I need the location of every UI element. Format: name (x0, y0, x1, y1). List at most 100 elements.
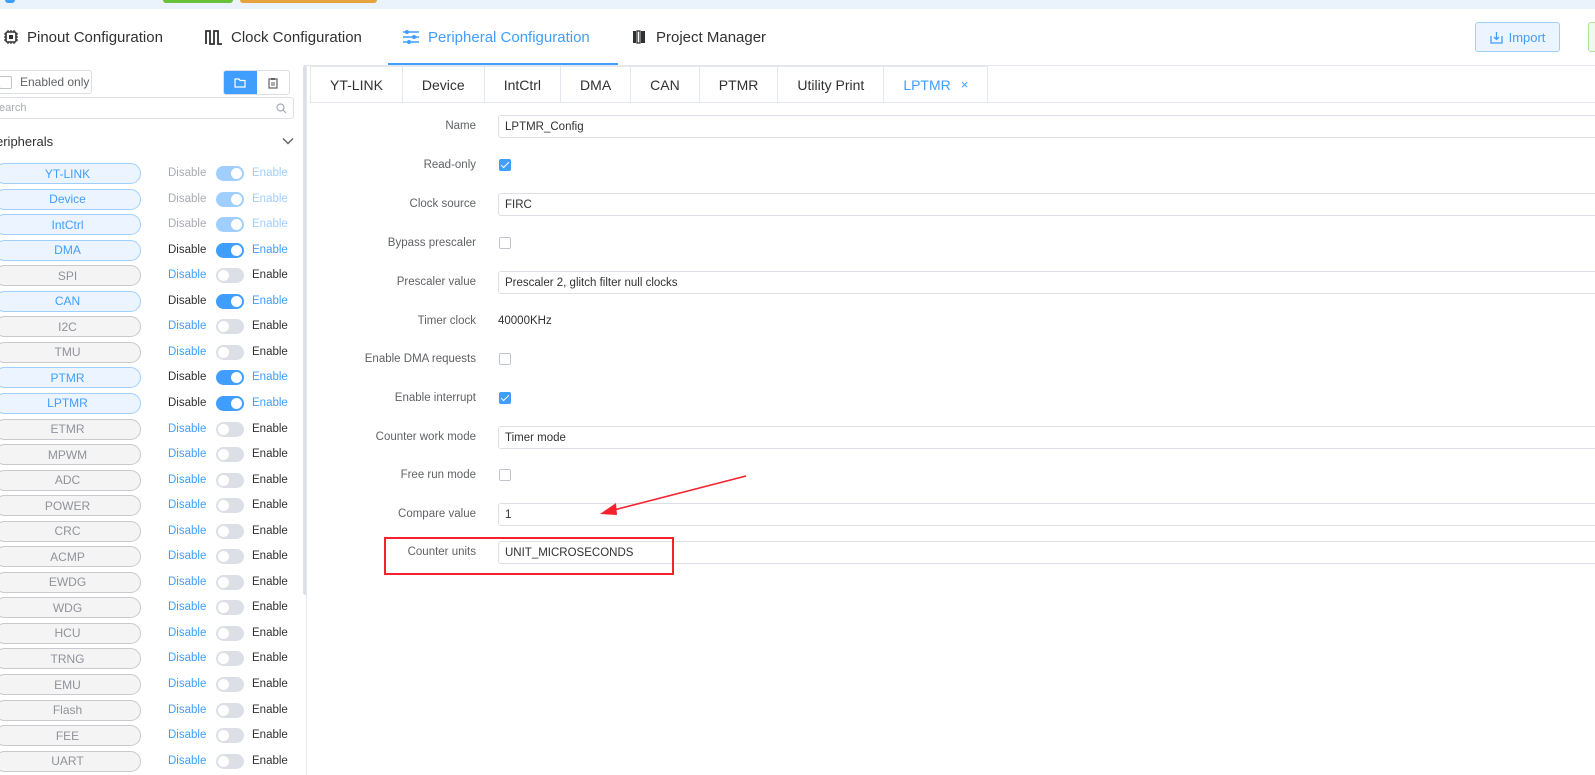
peripheral-enable-switch[interactable] (216, 549, 244, 565)
peripheral-enable-switch[interactable] (216, 344, 244, 360)
peripheral-enable-switch[interactable] (216, 242, 244, 258)
peripheral-name-pill[interactable]: LPTMR (0, 392, 141, 414)
peripheral-enable-switch[interactable] (216, 472, 244, 488)
peripheral-row: POWER Disable Enable (0, 495, 300, 519)
chevron-down-icon[interactable] (282, 137, 294, 145)
tab-utility-print[interactable]: Utility Print (778, 66, 885, 103)
peripheral-name-pill[interactable]: WDG (0, 597, 141, 619)
peripheral-name-pill[interactable]: I2C (0, 316, 141, 338)
peripheral-name-pill[interactable]: ETMR (0, 418, 141, 440)
peripheral-enable-switch[interactable] (216, 702, 244, 718)
export-button[interactable] (1588, 22, 1595, 52)
peripheral-enable-switch[interactable] (216, 191, 244, 207)
peripheral-name-pill[interactable]: TMU (0, 341, 141, 363)
peripheral-name-pill[interactable]: EWDG (0, 571, 141, 593)
tab-yt-link[interactable]: YT-LINK (310, 66, 403, 103)
peripheral-name-pill[interactable]: UART (0, 750, 141, 772)
peripheral-disable-label: Disable (168, 243, 207, 256)
free-run-mode-checkbox[interactable] (499, 469, 511, 481)
sliders-icon (403, 30, 419, 44)
peripheral-enable-switch[interactable] (216, 600, 244, 616)
clock-source-select[interactable]: FIRC (498, 193, 1595, 216)
top-strip-green-button[interactable] (163, 0, 233, 3)
peripheral-enable-switch[interactable] (216, 370, 244, 386)
peripheral-name-pill[interactable]: Device (0, 188, 141, 210)
peripheral-enable-switch[interactable] (216, 574, 244, 590)
peripheral-name-pill[interactable]: CAN (0, 290, 141, 312)
peripherals-section-header[interactable]: eripherals (0, 131, 294, 151)
peripheral-enable-switch[interactable] (216, 217, 244, 233)
peripheral-name-pill[interactable]: IntCtrl (0, 214, 141, 236)
tab-lptmr[interactable]: LPTMR × (884, 66, 989, 103)
peripheral-name-pill[interactable]: YT-LINK (0, 163, 141, 184)
peripheral-name-pill[interactable]: HCU (0, 622, 141, 644)
view-toggle[interactable] (223, 70, 290, 95)
search-input[interactable] (0, 102, 276, 114)
tab-device[interactable]: Device (402, 66, 485, 103)
peripheral-enable-switch[interactable] (216, 421, 244, 437)
tab-clock-configuration[interactable]: Clock Configuration (205, 9, 362, 65)
top-strip-orange-button[interactable] (240, 0, 377, 3)
sidebar-scrollbar[interactable] (303, 65, 306, 595)
category-view-button[interactable] (257, 71, 290, 94)
peripheral-enable-label: Enable (252, 550, 288, 563)
peripheral-name-pill[interactable]: SPI (0, 265, 141, 287)
peripheral-enable-switch[interactable] (216, 166, 244, 181)
peripheral-enable-label: Enable (252, 524, 288, 537)
peripheral-name-pill[interactable]: POWER (0, 495, 141, 517)
clock-source-label: Clock source (409, 198, 476, 210)
tab-project-manager[interactable]: Project Manager (632, 9, 766, 65)
free-run-mode-row: Free run mode (310, 464, 1595, 488)
tab-ptmr[interactable]: PTMR (699, 66, 779, 103)
read-only-checkbox[interactable] (499, 159, 511, 171)
peripheral-name-pill[interactable]: CRC (0, 520, 141, 542)
peripheral-enable-switch[interactable] (216, 753, 244, 769)
peripheral-enable-switch[interactable] (216, 728, 244, 744)
peripheral-enable-switch[interactable] (216, 447, 244, 463)
peripheral-name-pill[interactable]: FEE (0, 725, 141, 747)
tab-dma[interactable]: DMA (561, 66, 632, 103)
peripheral-name-pill[interactable]: MPWM (0, 444, 141, 466)
peripheral-row: CRC Disable Enable (0, 520, 300, 545)
peripheral-enable-switch[interactable] (216, 651, 244, 667)
enable-interrupt-checkbox[interactable] (499, 392, 511, 404)
top-strip-dot (5, 0, 15, 3)
enabled-only-label: Enabled only (20, 75, 90, 89)
bypass-prescaler-checkbox[interactable] (499, 237, 511, 249)
peripheral-enable-switch[interactable] (216, 498, 244, 514)
read-only-row: Read-only (310, 154, 1595, 178)
tab-peripheral-configuration[interactable]: Peripheral Configuration (402, 9, 590, 65)
import-button[interactable]: Import (1475, 22, 1560, 52)
list-view-button[interactable] (224, 71, 257, 94)
checkbox-box[interactable] (0, 75, 12, 89)
main-nav: Pinout Configuration Clock Configuration… (0, 9, 1595, 66)
enabled-only-checkbox[interactable]: Enabled only (0, 70, 92, 94)
peripheral-enable-switch[interactable] (216, 395, 244, 411)
peripheral-row: FEE Disable Enable (0, 725, 300, 749)
tab-intctrl[interactable]: IntCtrl (484, 66, 562, 103)
prescaler-value-select[interactable]: Prescaler 2, glitch filter null clocks (498, 271, 1595, 294)
peripheral-name-pill[interactable]: Flash (0, 699, 141, 721)
peripheral-enable-switch[interactable] (216, 293, 244, 309)
close-icon[interactable]: × (961, 77, 969, 92)
peripheral-name-pill[interactable]: PTMR (0, 367, 141, 389)
counter-work-mode-select[interactable]: Timer mode (498, 426, 1595, 449)
peripheral-name-pill[interactable]: EMU (0, 674, 141, 695)
enable-dma-checkbox[interactable] (499, 353, 511, 365)
search-box[interactable] (0, 97, 294, 119)
name-label: Name (445, 120, 476, 132)
name-input[interactable]: LPTMR_Config (498, 115, 1595, 138)
peripheral-disable-label: Disable (168, 626, 207, 639)
peripheral-name-pill[interactable]: TRNG (0, 648, 141, 670)
tab-pinout-configuration[interactable]: Pinout Configuration (3, 9, 163, 65)
tab-can[interactable]: CAN (631, 66, 700, 103)
peripheral-enable-switch[interactable] (216, 677, 244, 692)
peripheral-enable-switch[interactable] (216, 268, 244, 284)
peripheral-enable-switch[interactable] (216, 319, 244, 335)
peripheral-name-pill[interactable]: DMA (0, 239, 141, 261)
peripheral-row: EWDG Disable Enable (0, 571, 300, 596)
peripheral-name-pill[interactable]: ACMP (0, 546, 141, 568)
peripheral-name-pill[interactable]: ADC (0, 469, 141, 491)
peripheral-enable-switch[interactable] (216, 523, 244, 539)
peripheral-enable-switch[interactable] (216, 625, 244, 641)
